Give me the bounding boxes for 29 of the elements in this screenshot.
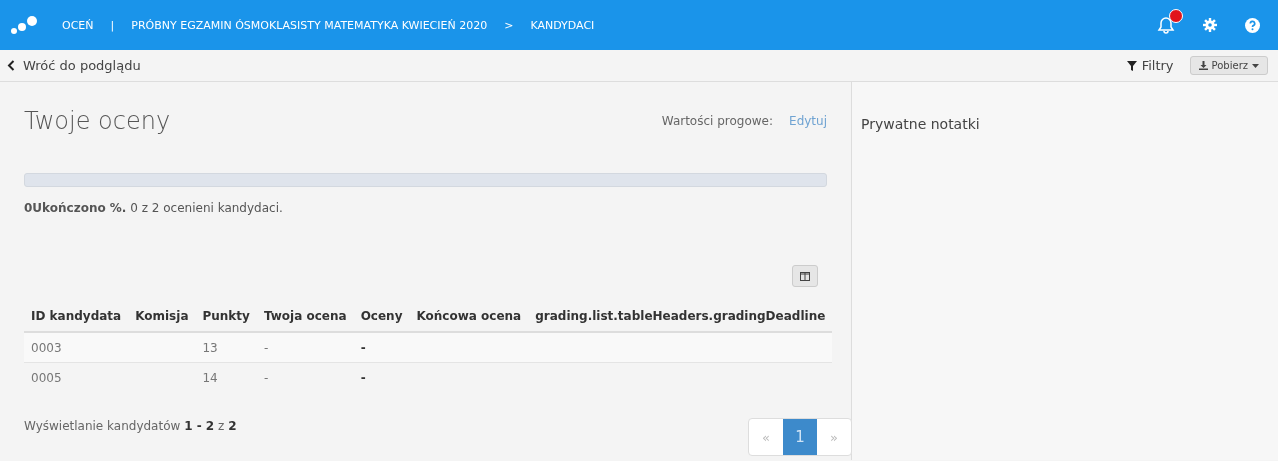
notes-title: Prywatne notatki <box>861 116 981 132</box>
columns-button[interactable] <box>792 265 818 287</box>
settings-icon[interactable] <box>1203 18 1217 32</box>
chevron-left-icon <box>7 60 15 71</box>
bell-icon <box>1157 16 1175 34</box>
thresholds-label: Wartości progowe: <box>661 114 774 128</box>
notifications-button[interactable] <box>1157 16 1175 34</box>
table-cell: - <box>353 332 410 363</box>
table-cell: - <box>353 362 410 392</box>
filters-button[interactable]: Filtry <box>1126 58 1174 73</box>
breadcrumb-separator: | <box>110 18 115 32</box>
download-icon <box>1198 61 1208 70</box>
progress-summary: 0Ukończono %. 0 z 2 ocenieni kandydaci. <box>24 201 284 215</box>
logo-icon <box>10 13 40 37</box>
back-link[interactable]: Wróć do podglądu <box>7 58 141 73</box>
table-cell: 0003 <box>24 332 129 363</box>
table-cell: 14 <box>195 362 257 392</box>
table-cell: 13 <box>195 332 257 363</box>
help-icon[interactable] <box>1245 17 1260 33</box>
breadcrumb-separator: > <box>504 18 514 32</box>
caret-icon <box>1252 63 1259 68</box>
download-button[interactable]: Pobierz <box>1189 56 1268 75</box>
columns-icon <box>800 271 810 281</box>
table-cell: - <box>256 332 354 363</box>
table-cell: - <box>256 362 354 392</box>
filter-icon <box>1126 60 1137 71</box>
table-cell: 0005 <box>24 362 129 392</box>
page-title: Twoje oceny <box>24 107 172 135</box>
pagination-info: Wyświetlanie kandydatów 1 - 2 z 2 <box>24 419 237 433</box>
